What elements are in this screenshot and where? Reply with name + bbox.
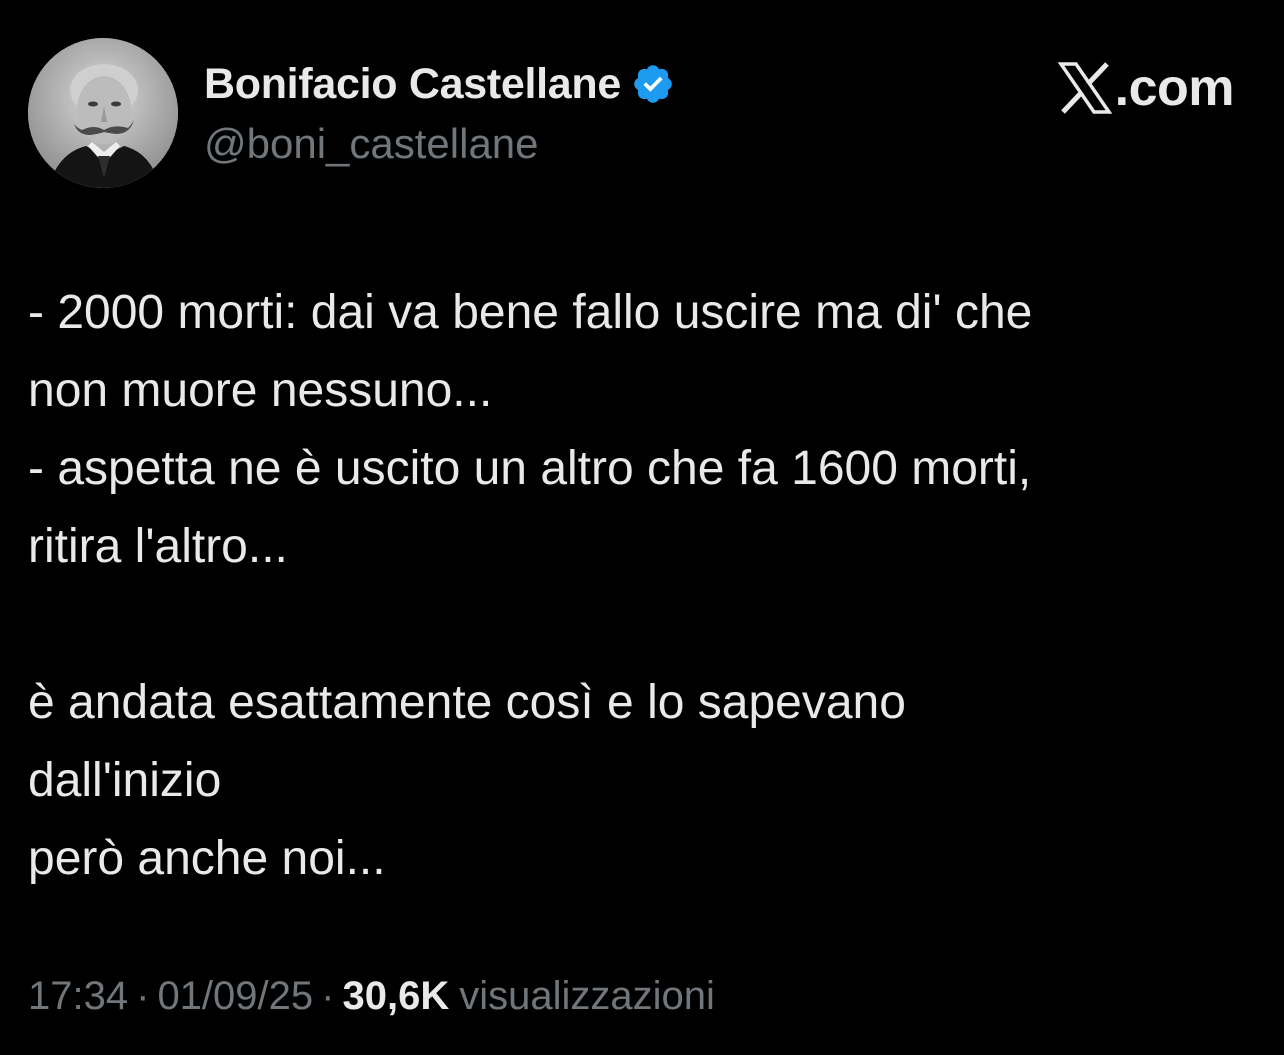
tweet-line: però anche noi... [28,832,386,885]
tweet-line: non muore nessuno... [28,364,493,417]
tweet-card: Bonifacio Castellane @boni_castellane .c… [0,0,1284,1055]
brand-domain-text: .com [1114,59,1235,117]
meta-separator: · [136,973,150,1018]
author-name-row[interactable]: Bonifacio Castellane [204,58,675,110]
tweet-text: - 2000 morti: dai va bene fallo uscire m… [28,274,1254,898]
tweet-time[interactable]: 17:34 [28,974,128,1019]
tweet-line: - aspetta ne è uscito un altro che fa 16… [28,442,1032,495]
views-label[interactable]: visualizzazioni [459,974,715,1019]
verified-badge-icon [631,62,675,106]
tweet-line: - 2000 morti: dai va bene fallo uscire m… [28,286,1033,339]
avatar-portrait-image [28,38,178,188]
tweet-line: ritira l'altro... [28,520,288,573]
author-handle[interactable]: @boni_castellane [204,120,539,168]
views-count[interactable]: 30,6K [342,974,449,1019]
tweet-line: è andata esattamente così e lo sapevano [28,676,906,729]
tweet-date[interactable]: 01/09/25 [157,974,313,1019]
x-logo-icon [1057,62,1113,114]
author-display-name[interactable]: Bonifacio Castellane [204,60,621,109]
tweet-meta: 17:34 · 01/09/25 · 30,6K visualizzazioni [28,966,715,1026]
tweet-line: dall'inizio [28,754,222,807]
meta-separator: · [321,973,335,1018]
brand-watermark: .com [1057,58,1235,118]
avatar[interactable] [28,38,178,188]
